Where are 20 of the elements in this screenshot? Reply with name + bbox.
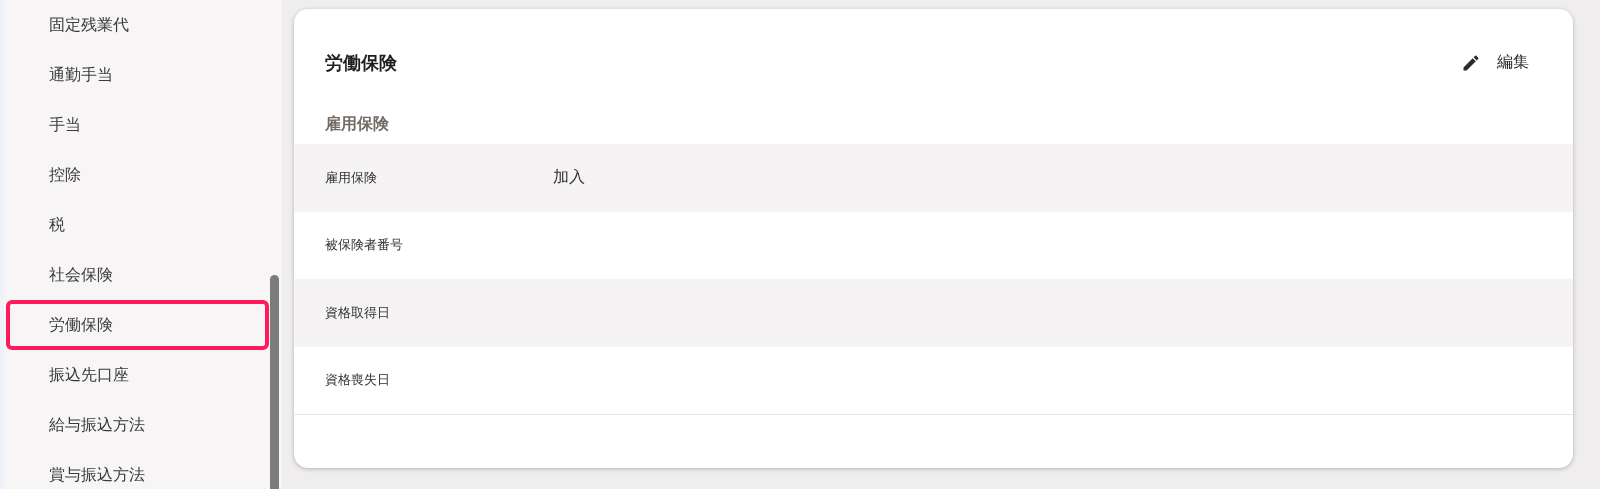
sidebar-item[interactable]: 社会保険 xyxy=(6,250,269,300)
field-label: 資格取得日 xyxy=(325,303,391,322)
sidebar-item[interactable]: 固定残業代 xyxy=(6,0,269,50)
sidebar-item[interactable]: 税 xyxy=(6,200,269,250)
field-label: 雇用保険 xyxy=(325,168,378,187)
pencil-icon xyxy=(1461,52,1481,73)
field-value: 加入 xyxy=(553,167,585,189)
sidebar-item[interactable]: 控除 xyxy=(6,150,269,200)
section-heading: 雇用保険 xyxy=(324,112,390,135)
sidebar-item[interactable]: 手当 xyxy=(6,100,269,150)
sidebar-item[interactable]: 給与振込方法 xyxy=(6,400,269,450)
sidebar-item[interactable]: 労働保険 xyxy=(6,300,269,350)
field-label: 被保険者番号 xyxy=(325,236,404,255)
sidebar-item[interactable]: 賞与振込方法 xyxy=(6,450,269,489)
card-title: 労働保険 xyxy=(325,50,397,75)
field-label: 資格喪失日 xyxy=(325,371,391,390)
scrollbar-thumb[interactable] xyxy=(270,275,279,489)
edit-button[interactable]: 編集 xyxy=(1457,48,1533,77)
sidebar-item[interactable]: 振込先口座 xyxy=(6,350,269,400)
sidebar-item[interactable]: 通勤手当 xyxy=(6,50,269,100)
